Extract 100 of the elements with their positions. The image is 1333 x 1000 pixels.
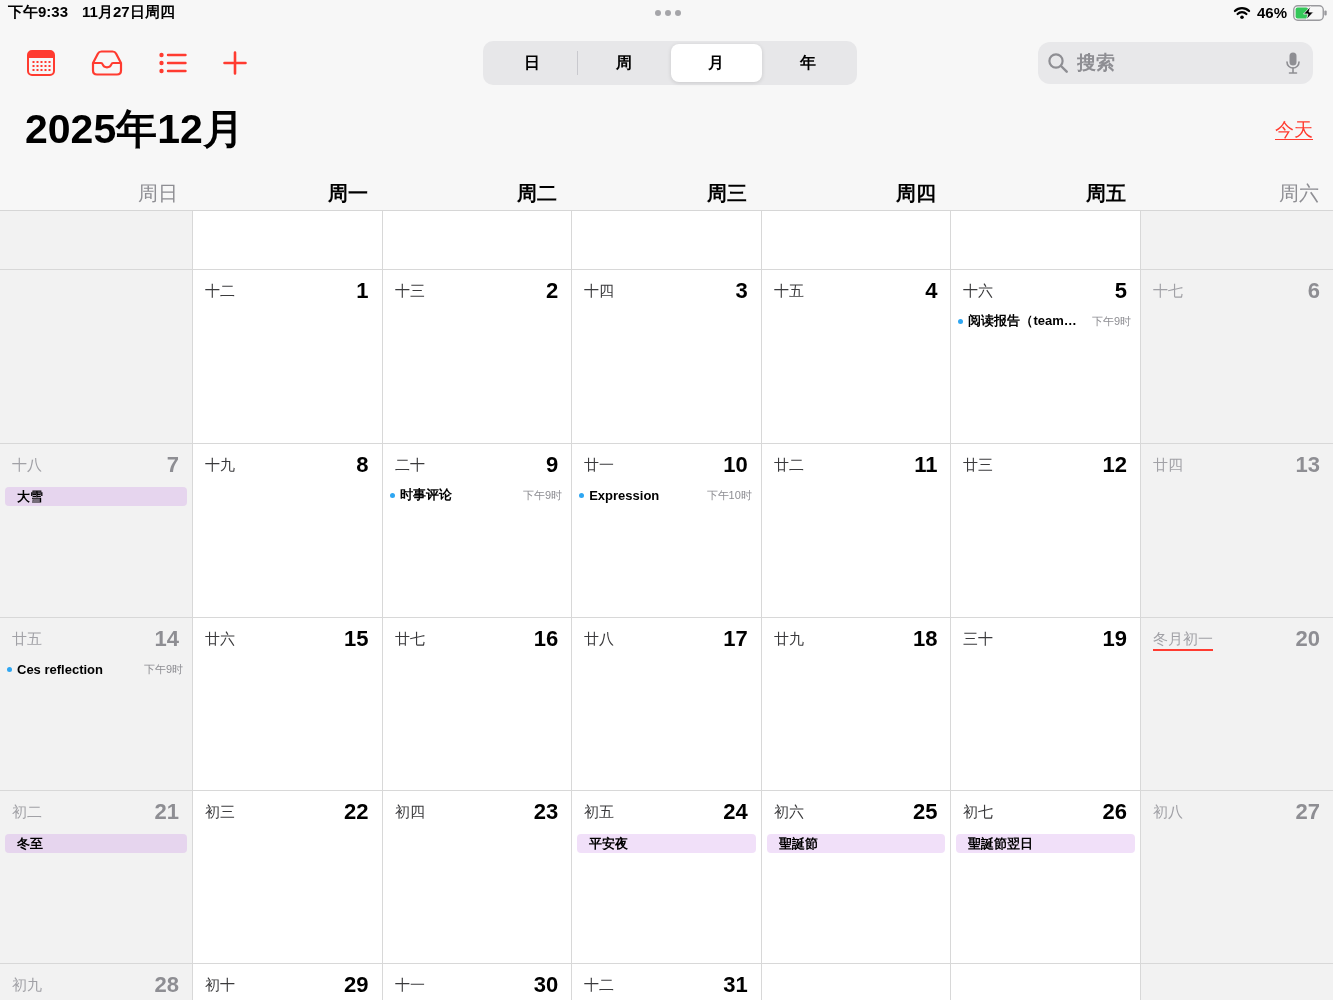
add-icon[interactable]	[223, 51, 247, 75]
day-number: 30	[533, 972, 559, 999]
day-cell[interactable]: 廿八 17	[572, 618, 761, 790]
event-time: 下午9时	[1091, 313, 1131, 329]
day-cell[interactable]: 二十 9 时事评论 下午9时	[382, 444, 572, 617]
event-title[interactable]: 时事评论	[399, 486, 452, 504]
lunar-date: 初十	[205, 976, 235, 995]
lunar-date: 初六	[773, 803, 804, 822]
day-cell[interactable]: 廿二 11	[761, 444, 951, 617]
day-number: 16	[533, 626, 559, 653]
day-number: 26	[1102, 799, 1127, 826]
status-time: 下午9:33	[8, 3, 69, 22]
microphone-icon[interactable]	[1286, 52, 1300, 74]
day-number: 29	[344, 972, 369, 999]
day-cell[interactable]: 十九 8	[193, 444, 382, 617]
calendar-icon[interactable]	[27, 50, 55, 76]
day-cell[interactable]: 初四 23	[382, 791, 572, 963]
lunar-date: 初九	[12, 976, 42, 995]
day-cell[interactable]: 十四 3	[572, 270, 761, 443]
event-title[interactable]: 阅读报告（team…	[968, 312, 1077, 330]
dots-icon[interactable]	[654, 9, 681, 16]
lunar-date: 廿九	[773, 630, 804, 649]
day-cell[interactable]: 廿六 15	[193, 618, 382, 790]
all-day-event[interactable]: 聖誕節	[766, 834, 946, 853]
day-number: 11	[914, 452, 938, 479]
status-date: 11月27日周四	[82, 3, 175, 22]
day-cell[interactable]: 三十 19	[951, 618, 1140, 790]
day-cell[interactable]: 初六 25 聖誕節	[761, 791, 951, 963]
lunar-date: 十七	[1153, 282, 1183, 301]
lunar-date: 初二	[12, 803, 42, 822]
day-cell[interactable]: 廿三 12	[951, 444, 1140, 617]
search-field[interactable]: 搜索	[1038, 42, 1313, 84]
day-number: 23	[533, 799, 559, 826]
all-day-event[interactable]: 大雪	[5, 487, 187, 506]
all-day-event[interactable]: 平安夜	[577, 834, 756, 853]
lunar-date: 初五	[584, 803, 615, 822]
view-tab[interactable]: 年	[762, 44, 854, 82]
day-cell[interactable]: 十三 2	[382, 270, 572, 443]
wifi-icon	[1232, 6, 1251, 19]
inbox-icon[interactable]	[91, 50, 123, 76]
lunar-date: 二十	[394, 456, 425, 475]
lunar-date: 十四	[584, 282, 615, 301]
lunar-date: 十九	[205, 456, 235, 475]
event-time: 下午10时	[706, 487, 752, 503]
weekday-label: 周四	[896, 180, 937, 205]
lunar-date: 十六	[963, 282, 994, 301]
day-cell[interactable]: 初七 26 聖誕節翌日	[951, 791, 1140, 963]
lunar-date: 十三	[394, 282, 425, 301]
lunar-date: 十二	[205, 282, 235, 301]
all-day-event[interactable]: 冬至	[5, 834, 187, 853]
day-number: 5	[1114, 278, 1127, 305]
lunar-date: 廿一	[584, 456, 615, 475]
day-cell[interactable]: 廿一 10 Expression 下午10时	[572, 444, 761, 617]
day-cell[interactable]: 初十 29	[193, 964, 382, 1000]
event-title[interactable]: Ces reflection	[17, 661, 103, 677]
event-time: 下午9时	[143, 661, 183, 677]
dot-icon	[7, 666, 12, 672]
day-cell[interactable]: 十六 5 阅读报告（team… 下午9时	[951, 270, 1140, 443]
day-cell[interactable]: 初二 21 冬至	[0, 791, 192, 963]
lunar-date: 初三	[205, 803, 235, 822]
lunar-date: 廿四	[1153, 456, 1183, 475]
day-number: 14	[154, 626, 179, 653]
day-cell[interactable]: 初三 22	[193, 791, 382, 963]
day-cell[interactable]: 十二 31	[572, 964, 761, 1000]
day-number: 9	[545, 452, 559, 479]
day-number: 25	[912, 799, 938, 826]
day-number: 6	[1307, 278, 1320, 305]
view-tab[interactable]: 日	[486, 44, 578, 82]
view-tab[interactable]: 月	[670, 44, 762, 82]
event-title[interactable]: Expression	[589, 487, 660, 503]
day-number: 24	[723, 799, 748, 826]
all-day-event[interactable]: 聖誕節翌日	[956, 834, 1135, 853]
lunar-date: 廿六	[205, 630, 235, 649]
day-number: 28	[154, 972, 179, 999]
lunar-date: 初四	[394, 803, 425, 822]
day-cell[interactable]: 廿七 16	[382, 618, 572, 790]
view-tab[interactable]: 周	[578, 44, 670, 82]
day-cell[interactable]: 廿九 18	[761, 618, 951, 790]
lunar-date: 十一	[394, 976, 425, 995]
day-cell[interactable]: 初五 24 平安夜	[572, 791, 761, 963]
day-number: 22	[344, 799, 369, 826]
day-number: 15	[344, 626, 369, 653]
day-cell[interactable]: 十八 7 大雪	[0, 444, 192, 617]
day-number: 20	[1295, 626, 1320, 653]
lunar-date: 初八	[1153, 803, 1183, 822]
day-number: 31	[723, 972, 748, 999]
dot-icon	[389, 492, 395, 498]
day-cell[interactable]: 廿五 14 Ces reflection 下午9时	[0, 618, 192, 790]
day-cell[interactable]: 十一 30	[382, 964, 572, 1000]
weekday-label: 周六	[1279, 180, 1319, 205]
weekday-label: 周三	[706, 180, 747, 205]
day-cell[interactable]: 十五 4	[761, 270, 951, 443]
battery-percent: 46%	[1256, 4, 1287, 21]
lunar-date: 三十	[963, 630, 994, 649]
day-cell[interactable]: 十二 1	[193, 270, 382, 443]
month-title: 2025年12月	[25, 105, 244, 155]
lunar-date: 廿八	[584, 630, 615, 649]
list-icon[interactable]	[159, 52, 187, 74]
event-time: 下午9时	[523, 487, 563, 503]
day-number: 18	[912, 626, 938, 653]
